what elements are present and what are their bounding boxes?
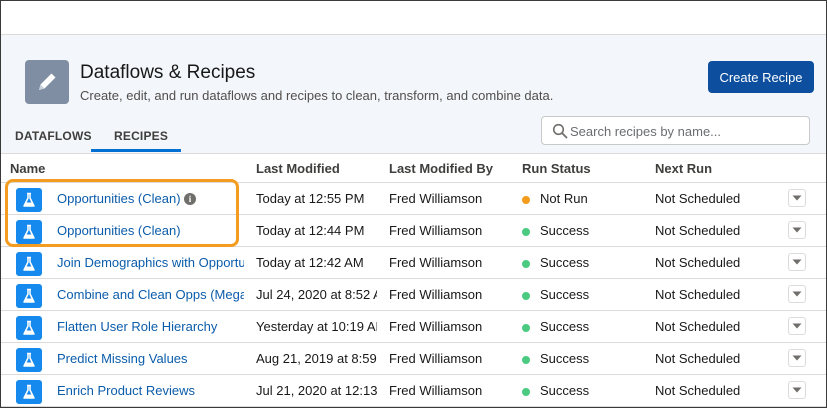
last-modified-by: Fred Williamson bbox=[389, 287, 483, 302]
search-icon bbox=[552, 123, 568, 139]
last-modified: Yesterday at 10:19 AM bbox=[256, 319, 377, 334]
status-dot-icon bbox=[522, 260, 530, 268]
last-modified-by: Fred Williamson bbox=[389, 255, 483, 270]
table-row: Flatten User Role Hierarchy Yesterday at… bbox=[1, 311, 826, 343]
recipe-name-link[interactable]: Join Demographics with Opportun bbox=[57, 255, 244, 270]
run-status: Success bbox=[540, 383, 590, 398]
top-bar bbox=[1, 1, 826, 35]
main-panel: Dataflows & Recipes Create, edit, and ru… bbox=[1, 35, 826, 407]
last-modified: Today at 12:42 AM bbox=[256, 255, 364, 270]
next-run: Not Scheduled bbox=[655, 223, 741, 238]
page-header: Dataflows & Recipes Create, edit, and ru… bbox=[1, 35, 826, 154]
row-actions-button[interactable] bbox=[788, 285, 806, 303]
next-run: Not Scheduled bbox=[655, 351, 741, 366]
column-header-last-modified-by[interactable]: Last Modified By bbox=[389, 161, 493, 176]
next-run: Not Scheduled bbox=[655, 319, 741, 334]
recipe-name-link[interactable]: Enrich Product Reviews bbox=[57, 383, 244, 398]
flask-icon bbox=[16, 316, 42, 340]
flask-icon bbox=[16, 188, 42, 212]
flask-icon bbox=[16, 380, 42, 404]
table-row: Opportunities (Clean) Today at 12:44 PM … bbox=[1, 215, 826, 247]
table-row: Predict Missing Values Aug 21, 2019 at 8… bbox=[1, 343, 826, 375]
row-actions-button[interactable] bbox=[788, 189, 806, 207]
pencil-icon bbox=[25, 60, 69, 104]
last-modified: Jul 24, 2020 at 8:52 A bbox=[256, 287, 377, 302]
status-dot-icon bbox=[522, 228, 530, 236]
tab-dataflows[interactable]: DATAFLOWS bbox=[15, 129, 92, 153]
status-dot-icon bbox=[522, 196, 530, 204]
recipe-name-link[interactable]: Opportunities (Clean) bbox=[57, 223, 244, 238]
column-header-name[interactable]: Name bbox=[10, 161, 45, 176]
status-dot-icon bbox=[522, 324, 530, 332]
last-modified: Today at 12:55 PM bbox=[256, 191, 365, 206]
search-input[interactable] bbox=[570, 119, 806, 143]
search-box[interactable] bbox=[541, 116, 810, 145]
table-row: Opportunities (Clean) i Today at 12:55 P… bbox=[1, 183, 826, 215]
last-modified: Today at 12:44 PM bbox=[256, 223, 365, 238]
chevron-down-icon bbox=[792, 355, 802, 361]
run-status: Success bbox=[540, 255, 590, 270]
last-modified: Aug 21, 2019 at 8:59 . bbox=[256, 351, 377, 366]
flask-icon bbox=[16, 252, 42, 276]
row-actions-button[interactable] bbox=[788, 381, 806, 399]
next-run: Not Scheduled bbox=[655, 255, 741, 270]
status-dot-icon bbox=[522, 292, 530, 300]
table-row: Join Demographics with Opportun Today at… bbox=[1, 247, 826, 279]
table-row: Enrich Product Reviews Jul 21, 2020 at 1… bbox=[1, 375, 826, 407]
row-actions-button[interactable] bbox=[788, 221, 806, 239]
chevron-down-icon bbox=[792, 387, 802, 393]
page-title: Dataflows & Recipes bbox=[80, 62, 256, 83]
last-modified: Jul 21, 2020 at 12:13 bbox=[256, 383, 377, 398]
recipe-name-link[interactable]: Opportunities (Clean) bbox=[57, 191, 182, 206]
flask-icon bbox=[16, 220, 42, 244]
recipe-name-link[interactable]: Predict Missing Values bbox=[57, 351, 244, 366]
last-modified-by: Fred Williamson bbox=[389, 223, 483, 238]
flask-icon bbox=[16, 348, 42, 372]
column-header-next-run[interactable]: Next Run bbox=[655, 161, 712, 176]
flask-icon bbox=[16, 284, 42, 308]
row-actions-button[interactable] bbox=[788, 253, 806, 271]
next-run: Not Scheduled bbox=[655, 383, 741, 398]
info-icon[interactable]: i bbox=[184, 193, 196, 205]
chevron-down-icon bbox=[792, 323, 802, 329]
last-modified-by: Fred Williamson bbox=[389, 319, 483, 334]
next-run: Not Scheduled bbox=[655, 191, 741, 206]
recipe-name-link[interactable]: Combine and Clean Opps (Mega) bbox=[57, 287, 244, 302]
row-actions-button[interactable] bbox=[788, 349, 806, 367]
run-status: Success bbox=[540, 223, 590, 238]
table-row: Combine and Clean Opps (Mega) Jul 24, 20… bbox=[1, 279, 826, 311]
chevron-down-icon bbox=[792, 291, 802, 297]
next-run: Not Scheduled bbox=[655, 287, 741, 302]
run-status: Not Run bbox=[540, 191, 588, 206]
column-header-last-modified[interactable]: Last Modified bbox=[256, 161, 340, 176]
run-status: Success bbox=[540, 319, 590, 334]
last-modified-by: Fred Williamson bbox=[389, 383, 483, 398]
run-status: Success bbox=[540, 351, 590, 366]
active-tab-indicator bbox=[91, 149, 181, 152]
recipe-name-link[interactable]: Flatten User Role Hierarchy bbox=[57, 319, 244, 334]
chevron-down-icon bbox=[792, 259, 802, 265]
status-dot-icon bbox=[522, 356, 530, 364]
chevron-down-icon bbox=[792, 227, 802, 233]
run-status: Success bbox=[540, 287, 590, 302]
page-subtitle: Create, edit, and run dataflows and reci… bbox=[80, 88, 554, 103]
status-dot-icon bbox=[522, 388, 530, 396]
row-actions-button[interactable] bbox=[788, 317, 806, 335]
create-recipe-button[interactable]: Create Recipe bbox=[708, 61, 814, 93]
column-header-run-status[interactable]: Run Status bbox=[522, 161, 591, 176]
last-modified-by: Fred Williamson bbox=[389, 191, 483, 206]
last-modified-by: Fred Williamson bbox=[389, 351, 483, 366]
chevron-down-icon bbox=[792, 195, 802, 201]
